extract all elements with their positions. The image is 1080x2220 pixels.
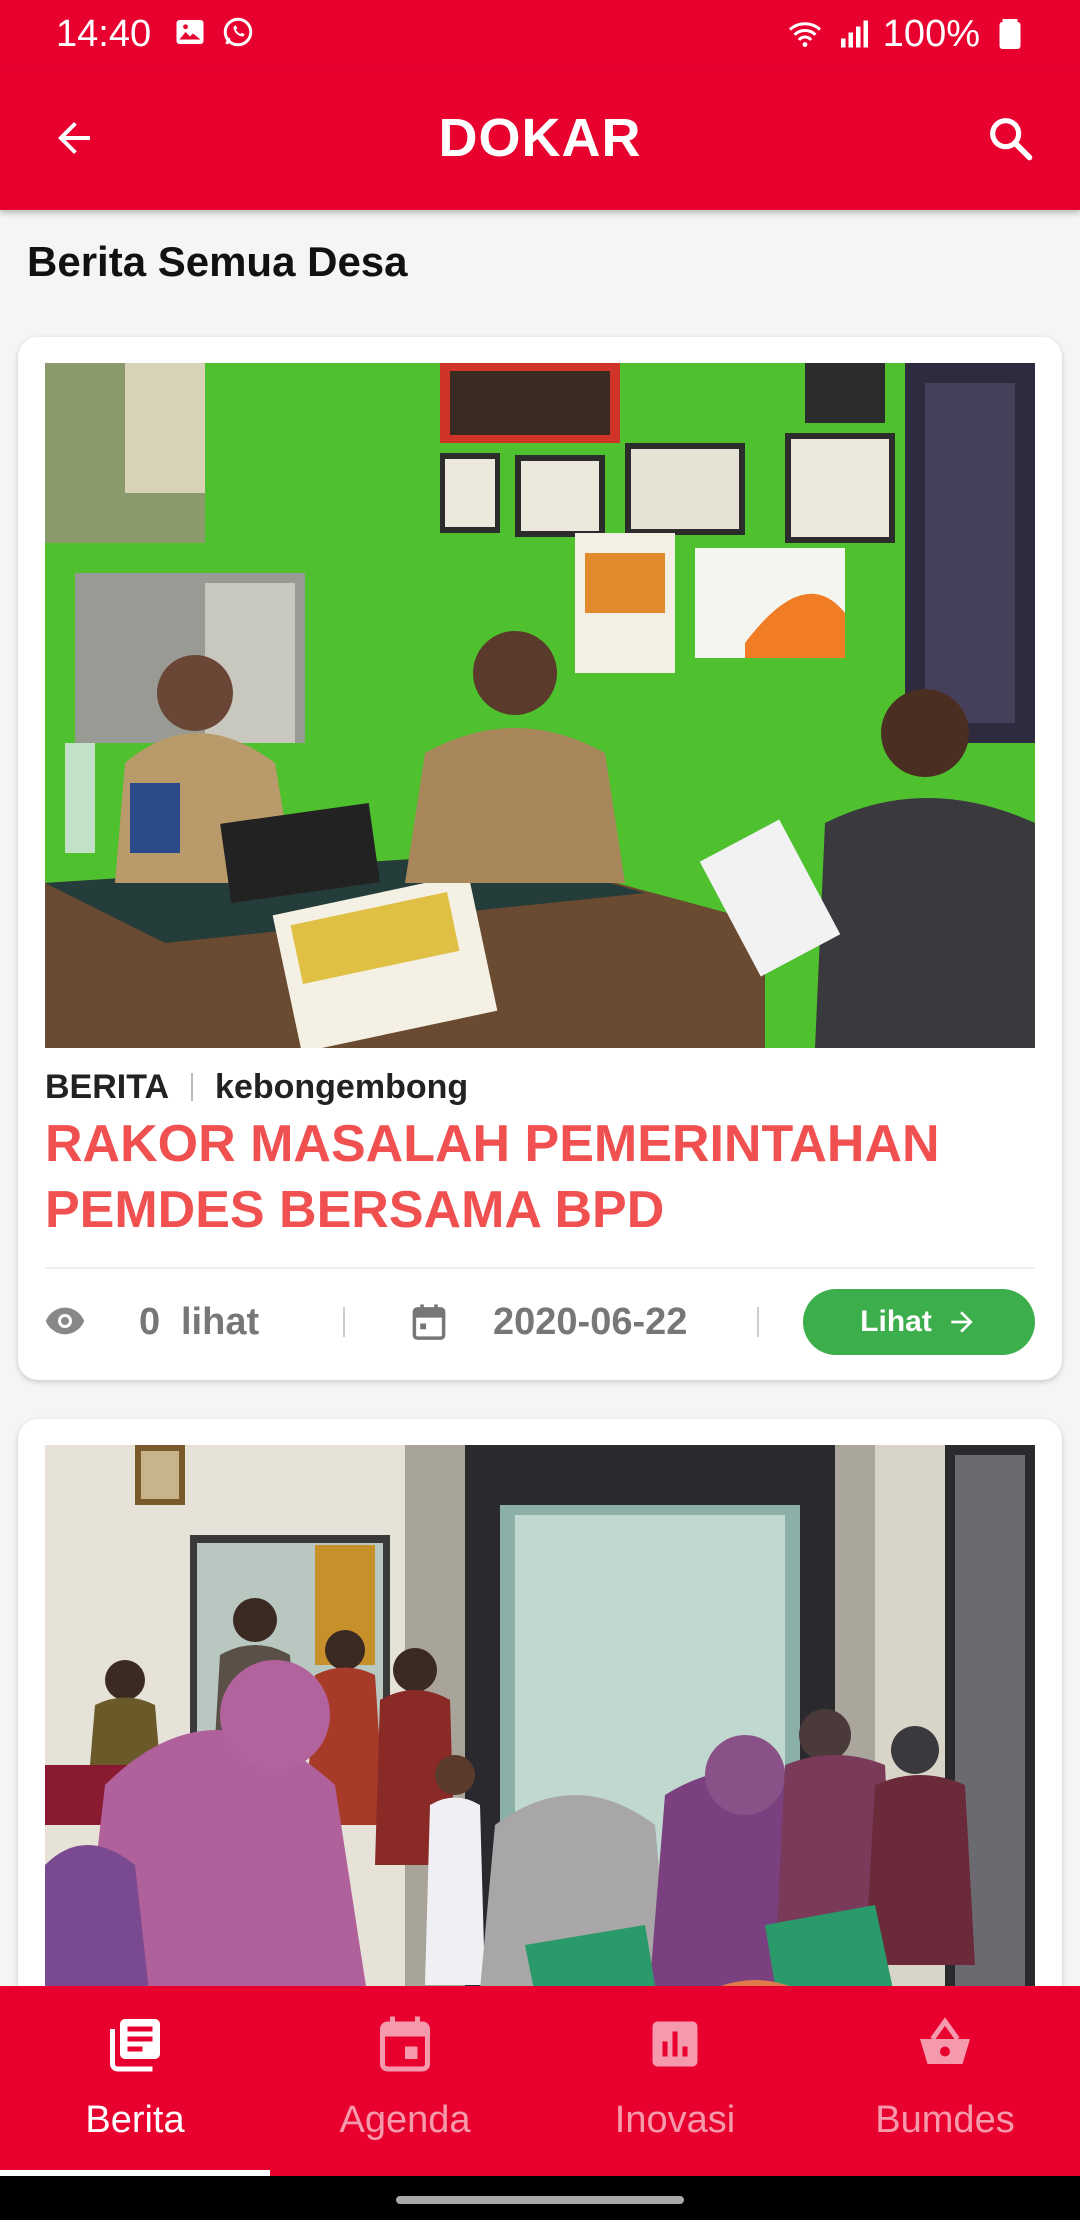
news-stats: 0 lihat 2020-06-22 Lihat [45, 1289, 1035, 1355]
status-time: 14:40 [56, 13, 152, 55]
view-news-button[interactable]: Lihat [803, 1289, 1035, 1355]
arrow-forward-icon [951, 1311, 973, 1333]
calendar-icon [412, 1304, 446, 1340]
card-divider [45, 1267, 1035, 1269]
nav-item-inovasi[interactable]: Inovasi [540, 1986, 810, 2176]
bottom-navigation: Berita Agenda Inovasi Bumdes [0, 1986, 1080, 2176]
search-button[interactable] [980, 108, 1040, 168]
system-status: 100% [787, 12, 1028, 56]
news-title[interactable]: RAKOR MASALAH PEMERINTAHAN PEMDES BERSAM… [45, 1111, 1035, 1243]
calendar-icon [380, 2016, 430, 2072]
battery-icon [999, 19, 1021, 49]
view-button-label: Lihat [860, 1305, 932, 1338]
whatsapp-icon [223, 17, 253, 47]
nav-label: Bumdes [875, 2099, 1015, 2141]
app-title: DOKAR [438, 108, 642, 168]
news-village: kebongembong [215, 1068, 469, 1106]
search-icon [990, 118, 1033, 161]
app-bar: DOKAR [0, 68, 1080, 210]
signal-icon [840, 20, 868, 48]
basket-icon [920, 2017, 970, 2064]
news-meta: BERITA kebongembong [45, 1065, 468, 1109]
views-count: 0 [139, 1301, 161, 1343]
news-photo[interactable] [45, 363, 1035, 1048]
wifi-icon [788, 22, 821, 47]
meeting-photo-image [45, 363, 1035, 1048]
views-label: lihat [181, 1301, 260, 1343]
meta-divider [191, 1073, 194, 1101]
news-date: 2020-06-22 [493, 1301, 688, 1343]
bar-chart-icon [652, 2021, 698, 2067]
status-bar: 14:40 100% [0, 0, 1080, 68]
nav-item-agenda[interactable]: Agenda [270, 1986, 540, 2176]
nav-label: Agenda [339, 2099, 471, 2141]
gallery-icon [176, 20, 204, 44]
gathering-photo-image [45, 1445, 1035, 2045]
eye-icon [45, 1307, 85, 1335]
newspaper-icon [110, 2019, 160, 2072]
news-card[interactable]: BERITA kebongembong RAKOR MASALAH PEMERI… [18, 337, 1062, 1380]
news-photo[interactable] [45, 1445, 1035, 2045]
nav-item-bumdes[interactable]: Bumdes [810, 1986, 1080, 2176]
section-title: Berita Semua Desa [27, 238, 408, 285]
system-navigation-bar [0, 2176, 1080, 2220]
stats-divider [343, 1307, 345, 1337]
news-category: BERITA [45, 1068, 170, 1106]
nav-item-berita[interactable]: Berita [0, 1986, 270, 2176]
stats-divider [757, 1307, 759, 1337]
notification-icons [172, 14, 256, 50]
nav-label: Berita [85, 2099, 185, 2141]
home-gesture-handle[interactable] [396, 2196, 684, 2204]
nav-label: Inovasi [614, 2099, 736, 2141]
battery-percent: 100% [882, 13, 980, 55]
